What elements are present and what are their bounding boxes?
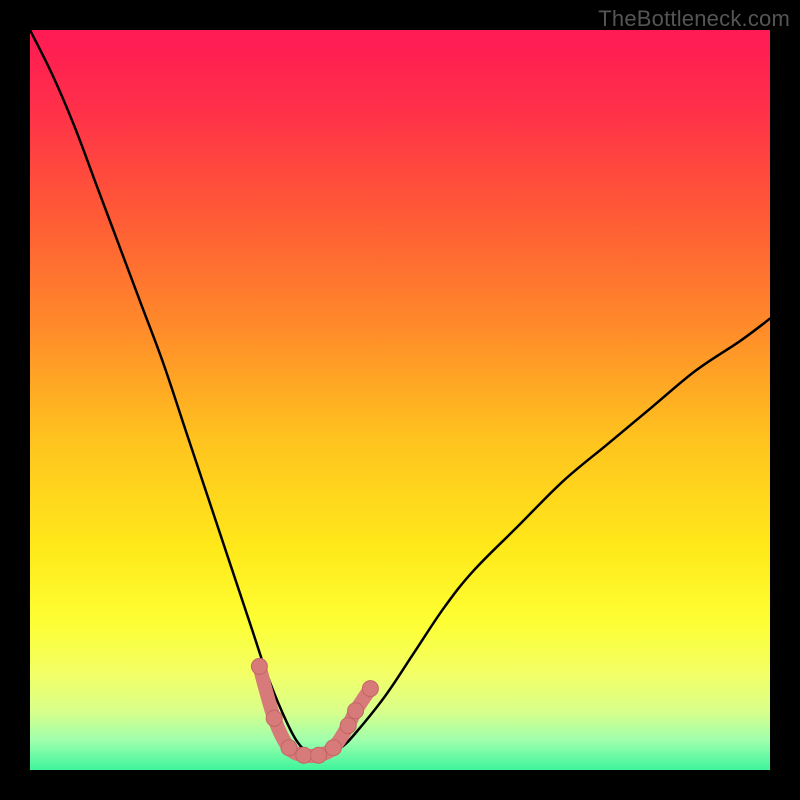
chart-frame: TheBottleneck.com bbox=[0, 0, 800, 800]
valley-marker-dot bbox=[362, 681, 378, 697]
valley-marker-dot bbox=[251, 658, 267, 674]
valley-marker-dot bbox=[296, 747, 312, 763]
bottleneck-chart bbox=[30, 30, 770, 770]
valley-marker-dot bbox=[281, 740, 297, 756]
valley-marker-dot bbox=[340, 718, 356, 734]
watermark-text: TheBottleneck.com bbox=[598, 6, 790, 32]
plot-area bbox=[30, 30, 770, 770]
valley-marker-dot bbox=[266, 710, 282, 726]
valley-marker-dot bbox=[311, 747, 327, 763]
valley-marker-dot bbox=[348, 703, 364, 719]
valley-marker-dot bbox=[325, 740, 341, 756]
